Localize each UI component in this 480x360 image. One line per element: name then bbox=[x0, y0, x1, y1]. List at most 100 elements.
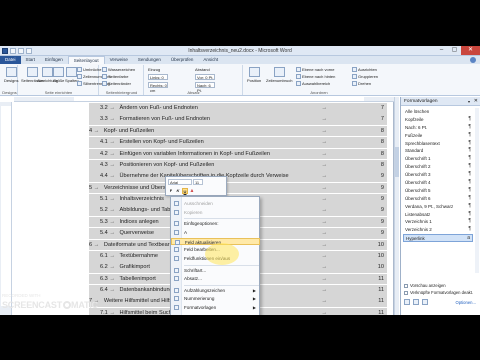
style-item[interactable]: Überschrift 6 ¶ bbox=[403, 195, 473, 203]
toc-entry-number: 3.2 bbox=[100, 105, 108, 111]
spacing-after-field[interactable]: Nach: 6 Pt. bbox=[195, 82, 215, 93]
styles-scrollbar[interactable] bbox=[475, 108, 479, 273]
style-item[interactable]: Überschrift 4 ¶ bbox=[403, 179, 473, 187]
tab-file[interactable]: Datei bbox=[0, 56, 21, 64]
tab-review[interactable]: Überprüfen bbox=[166, 56, 199, 64]
style-item-name: Sprechblasentext bbox=[405, 140, 440, 146]
tab-mark-icon: → bbox=[321, 150, 327, 157]
font-color-button[interactable]: A bbox=[189, 188, 195, 194]
style-inspector-icon[interactable] bbox=[413, 299, 419, 305]
style-item-name: Alle löschen bbox=[405, 109, 430, 114]
vertical-ruler[interactable] bbox=[0, 102, 12, 315]
menu-item[interactable]: Einfügeoptionen: bbox=[171, 220, 260, 227]
align-button[interactable]: Ausrichten bbox=[352, 67, 377, 72]
new-style-icon[interactable] bbox=[404, 299, 410, 305]
checkbox-icon[interactable] bbox=[404, 290, 408, 295]
style-item[interactable]: Verdana, 9 Pt., Schwarz ¶ bbox=[403, 203, 473, 211]
spacing-before-field[interactable]: Vor: 0 Pt. bbox=[195, 74, 215, 80]
tab-insert[interactable]: Einfügen bbox=[40, 56, 68, 64]
toc-entry-title: Formatieren von Fuß- und Endnoten bbox=[119, 116, 210, 123]
maximize-button[interactable]: ▢ bbox=[448, 46, 461, 55]
page-color-button[interactable]: Seitenfarbe bbox=[102, 74, 128, 79]
size-button[interactable]: Größe bbox=[53, 67, 64, 83]
toc-entry[interactable]: 3.3 → Formatieren von Fuß- und Endnoten →… bbox=[89, 114, 387, 126]
styles-pane-header: Formatvorlagen ▾ ✕ bbox=[401, 97, 480, 106]
style-item[interactable]: Überschrift 3 ¶ bbox=[403, 171, 473, 179]
bold-button[interactable]: F bbox=[168, 188, 174, 194]
menu-item[interactable]: Aufzählungszeichen ▶ bbox=[171, 287, 260, 294]
style-item[interactable]: Alle löschen bbox=[403, 108, 473, 116]
font-size-field[interactable]: 11 bbox=[193, 179, 203, 185]
close-icon[interactable]: ✕ bbox=[474, 97, 478, 106]
help-icon[interactable] bbox=[470, 57, 476, 63]
tab-references[interactable]: Verweise bbox=[105, 56, 133, 64]
style-item[interactable]: Kopfzeile ¶ bbox=[403, 116, 473, 124]
tab-mailings[interactable]: Sendungen bbox=[133, 56, 166, 64]
style-item[interactable]: Sprechblasentext ¶ bbox=[403, 140, 473, 148]
style-item[interactable]: Hyperlink a bbox=[403, 234, 473, 243]
underline-button[interactable]: U bbox=[182, 188, 188, 194]
tab-start[interactable]: Start bbox=[21, 56, 41, 64]
toc-entry[interactable]: 4.3 → Positionieren von Kopf- und Fußzei… bbox=[89, 159, 387, 171]
rotate-button[interactable]: Drehen bbox=[352, 81, 371, 86]
menu-item[interactable]: Nummerierung ▶ bbox=[171, 295, 260, 302]
italic-button[interactable]: K bbox=[175, 188, 181, 194]
menu-item[interactable]: Ausschneiden bbox=[171, 200, 260, 207]
style-item[interactable]: Listenabsatz ¶ bbox=[403, 211, 473, 219]
style-item[interactable]: Standard ¶ bbox=[403, 147, 473, 155]
toc-entry[interactable]: 4.4 → Übernehme der Kapitelüberschriften… bbox=[89, 171, 387, 182]
styles-options-link[interactable]: Optionen... bbox=[456, 300, 477, 305]
group-button[interactable]: Gruppieren bbox=[352, 74, 378, 79]
font-name-field[interactable]: Arial bbox=[168, 179, 192, 185]
menu-item-label: Absatz... bbox=[184, 276, 202, 282]
breaks-button[interactable]: Umbrüche bbox=[77, 67, 101, 72]
indent-left-field[interactable]: Links: 0 cm bbox=[148, 74, 168, 85]
close-button[interactable]: ✕ bbox=[461, 46, 480, 55]
manage-styles-icon[interactable] bbox=[422, 299, 428, 305]
ribbon-group-designs: Designs Designs bbox=[2, 65, 18, 95]
style-type-icon: ¶ bbox=[468, 194, 471, 201]
style-item[interactable]: Überschrift 2 ¶ bbox=[403, 163, 473, 171]
menu-item[interactable]: A bbox=[171, 229, 260, 236]
page-borders-button[interactable]: Seitenränder bbox=[102, 81, 131, 86]
position-button[interactable]: Position bbox=[247, 67, 261, 83]
designs-button[interactable]: Designs bbox=[4, 67, 18, 83]
minimize-button[interactable]: – bbox=[435, 46, 448, 55]
word-window: Inhaltsverzeichnis_neu2.docx - Microsoft… bbox=[0, 46, 480, 315]
tab-view[interactable]: Ansicht bbox=[198, 56, 223, 64]
toc-entry[interactable]: 4.1 → Erstellen von Kopf- und Fußzeilen →… bbox=[89, 137, 387, 148]
toc-entry[interactable]: 5 → Verzeichnisse und Übersichten → 9 bbox=[89, 182, 387, 194]
tab-page-layout[interactable]: Seitenlayout bbox=[67, 56, 105, 64]
toc-entry-title: Einfügen von variablen Informationen in … bbox=[119, 150, 270, 157]
indent-right-field[interactable]: Rechts: 0 cm bbox=[148, 82, 168, 93]
style-item[interactable]: Fußzeile ¶ bbox=[403, 132, 473, 140]
menu-item[interactable]: Schriftart... bbox=[171, 267, 260, 274]
style-item[interactable]: Nach: 6 Pt. ¶ bbox=[403, 124, 473, 132]
dropdown-icon[interactable]: ▾ bbox=[468, 97, 470, 106]
style-item[interactable]: Verzeichnis 1 ¶ bbox=[403, 218, 473, 226]
tab-mark-icon: → bbox=[107, 252, 117, 259]
toc-entry[interactable]: 4 → Kopf- und Fußzeilen → 8 bbox=[89, 125, 387, 137]
toc-entry[interactable]: 4.2 → Einfügen von variablen Information… bbox=[89, 148, 387, 160]
style-item[interactable]: Überschrift 1 ¶ bbox=[403, 155, 473, 163]
menu-item[interactable]: Formatvorlagen ▶ bbox=[171, 304, 260, 311]
watermark-button[interactable]: Wasserzeichen bbox=[102, 67, 135, 72]
style-type-icon: ¶ bbox=[468, 218, 471, 225]
wrap-text-button[interactable]: Zeilenumbruch bbox=[266, 67, 292, 83]
preview-option[interactable]: Vorschau anzeigen bbox=[404, 283, 446, 288]
style-item[interactable]: Überschrift 5 ¶ bbox=[403, 187, 473, 195]
style-item-name: Überschrift 5 bbox=[405, 187, 431, 193]
linked-styles-option[interactable]: Verknüpfte Formatvorlagen deakt. bbox=[404, 290, 473, 295]
scrollbar-thumb[interactable] bbox=[395, 147, 399, 177]
columns-icon bbox=[66, 67, 78, 77]
group-label: Anordnen bbox=[310, 90, 328, 95]
checkbox-icon[interactable] bbox=[404, 283, 408, 288]
vertical-scrollbar[interactable] bbox=[394, 97, 399, 315]
toc-entry[interactable]: 3.2 → Ändern von Fuß- und Endnoten → 7 bbox=[89, 103, 387, 114]
style-item[interactable]: Verzeichnis 2 ¶ bbox=[403, 226, 473, 234]
bring-forward-button[interactable]: Ebene nach vorne bbox=[296, 67, 334, 72]
menu-item[interactable]: Absatz... bbox=[171, 275, 260, 282]
menu-item[interactable]: Kopieren bbox=[171, 209, 260, 216]
send-backward-button[interactable]: Ebene nach hinten bbox=[296, 74, 335, 79]
selection-pane-button[interactable]: Auswahlbereich bbox=[296, 81, 330, 86]
